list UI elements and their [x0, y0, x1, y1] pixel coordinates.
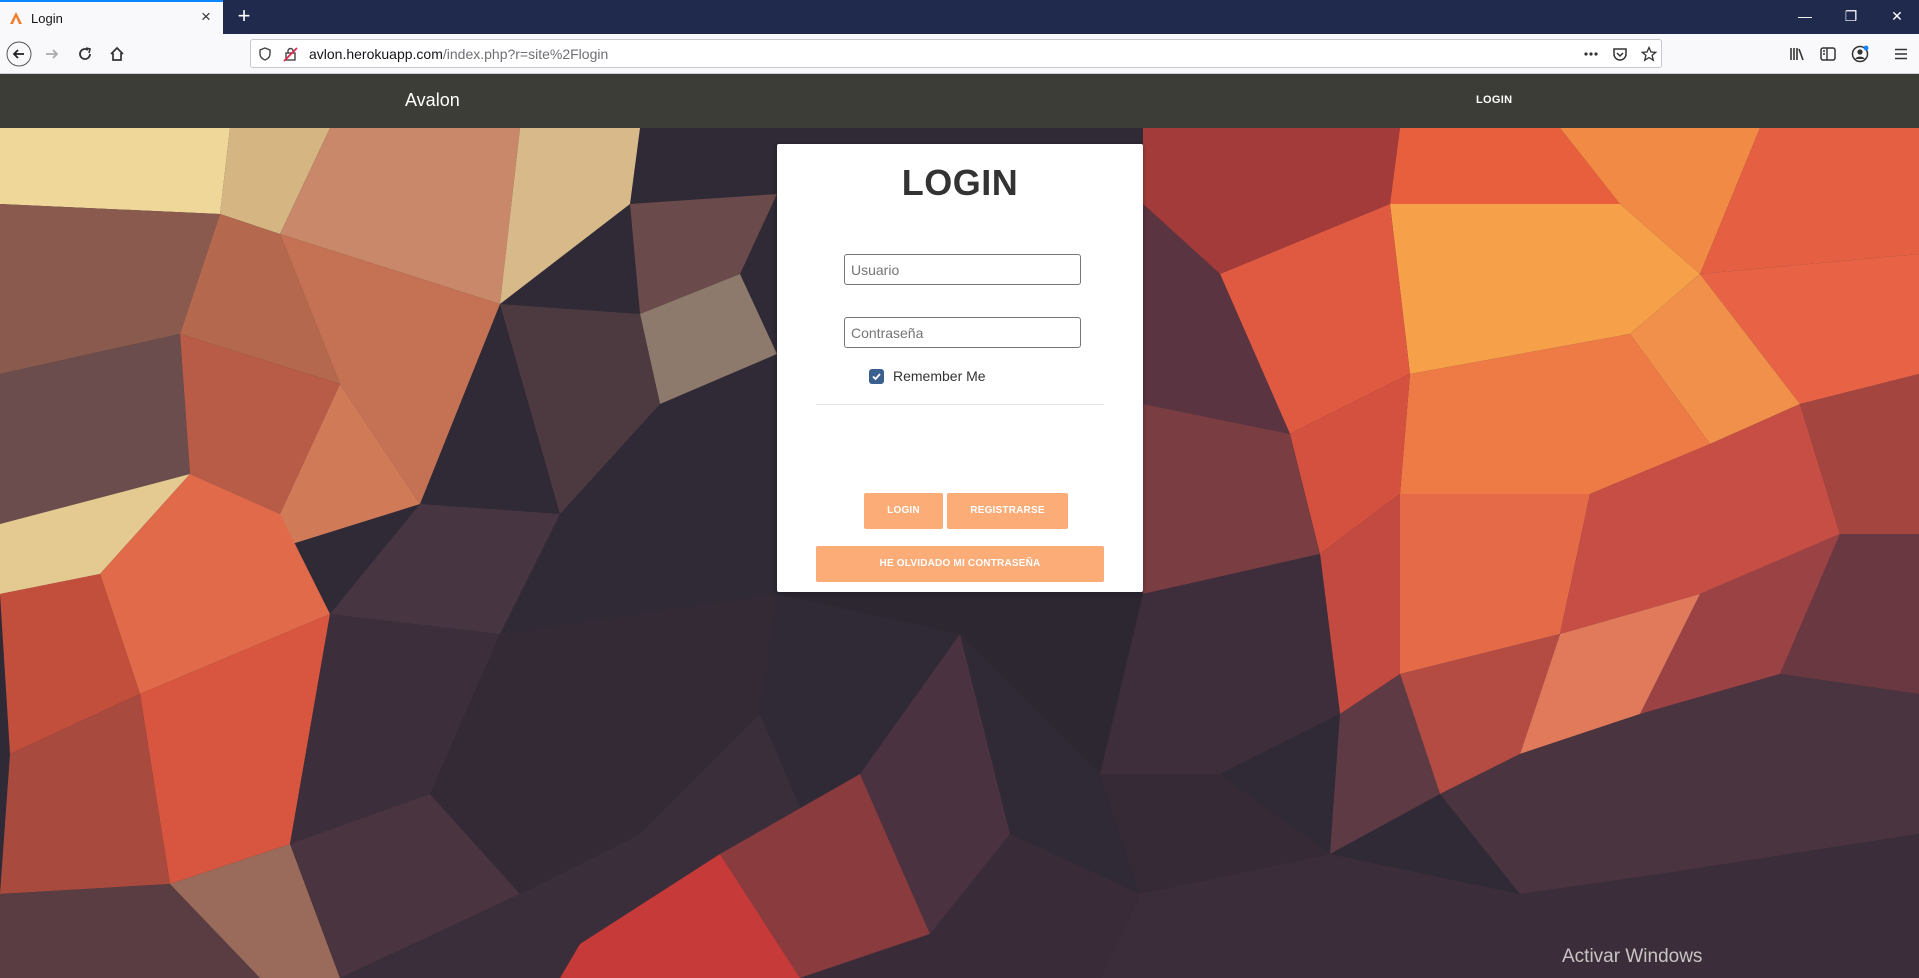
remember-checkbox[interactable] [869, 368, 884, 384]
forward-arrow-icon [46, 49, 59, 59]
restore-button[interactable]: ❐ [1828, 0, 1874, 34]
remember-label: Remember Me [893, 368, 986, 384]
tab-title: Login [31, 11, 63, 26]
page-actions-icon[interactable] [1583, 46, 1599, 62]
sidebar-icon [1820, 47, 1836, 61]
tab-login[interactable]: Login × [0, 0, 223, 34]
url-bar[interactable]: avlon.herokuapp.com/index.php?r=site%2Fl… [250, 39, 1662, 68]
home-icon [110, 46, 124, 61]
browser-toolbar: avlon.herokuapp.com/index.php?r=site%2Fl… [0, 34, 1919, 74]
web-page: Avalon LOGIN LOGIN Remember Me LOGIN REG… [0, 74, 1919, 978]
library-icon [1790, 48, 1804, 61]
site-brand[interactable]: Avalon [405, 90, 460, 111]
username-field[interactable] [844, 254, 1081, 285]
site-header: Avalon LOGIN [0, 74, 1919, 128]
forward-button[interactable] [37, 39, 67, 69]
checkmark-icon [872, 372, 881, 380]
close-tab-icon[interactable]: × [197, 8, 215, 26]
insecure-lock-icon[interactable] [282, 46, 298, 62]
url-domain: avlon.herokuapp.com [309, 46, 443, 62]
back-button[interactable] [4, 39, 34, 69]
forgot-password-button[interactable]: HE OLVIDADO MI CONTRASEÑA [816, 546, 1104, 582]
library-button[interactable] [1782, 39, 1812, 69]
home-button[interactable] [102, 39, 132, 69]
tab-strip: Login × + — ❐ ✕ [0, 0, 1919, 34]
reload-button[interactable] [70, 39, 100, 69]
menu-button[interactable] [1886, 39, 1916, 69]
remember-me[interactable]: Remember Me [869, 368, 986, 384]
shield-icon[interactable] [257, 46, 273, 62]
minimize-button[interactable]: — [1782, 0, 1828, 34]
divider [816, 404, 1104, 405]
nav-login-link[interactable]: LOGIN [1476, 94, 1512, 106]
windows-activation-watermark: Activar Windows [1562, 946, 1703, 967]
login-title: LOGIN [901, 162, 1019, 203]
back-arrow-icon [6, 41, 32, 67]
url-path: /index.php?r=site%2Flogin [442, 46, 609, 62]
hamburger-menu-icon [1895, 48, 1907, 60]
url-text: avlon.herokuapp.com/index.php?r=site%2Fl… [309, 46, 608, 62]
password-field[interactable] [844, 317, 1081, 348]
login-card: LOGIN Remember Me LOGIN REGISTRARSE HE O… [777, 144, 1143, 592]
close-window-button[interactable]: ✕ [1874, 0, 1919, 34]
bookmark-star-icon[interactable] [1641, 46, 1657, 62]
register-button[interactable]: REGISTRARSE [947, 493, 1068, 529]
account-icon [1851, 45, 1869, 63]
login-button[interactable]: LOGIN [864, 493, 943, 529]
pocket-icon[interactable] [1612, 46, 1628, 62]
account-button[interactable] [1845, 39, 1875, 69]
sidebar-button[interactable] [1813, 39, 1843, 69]
new-tab-button[interactable]: + [231, 3, 257, 29]
reload-icon [79, 47, 91, 60]
site-favicon-icon [10, 12, 22, 24]
